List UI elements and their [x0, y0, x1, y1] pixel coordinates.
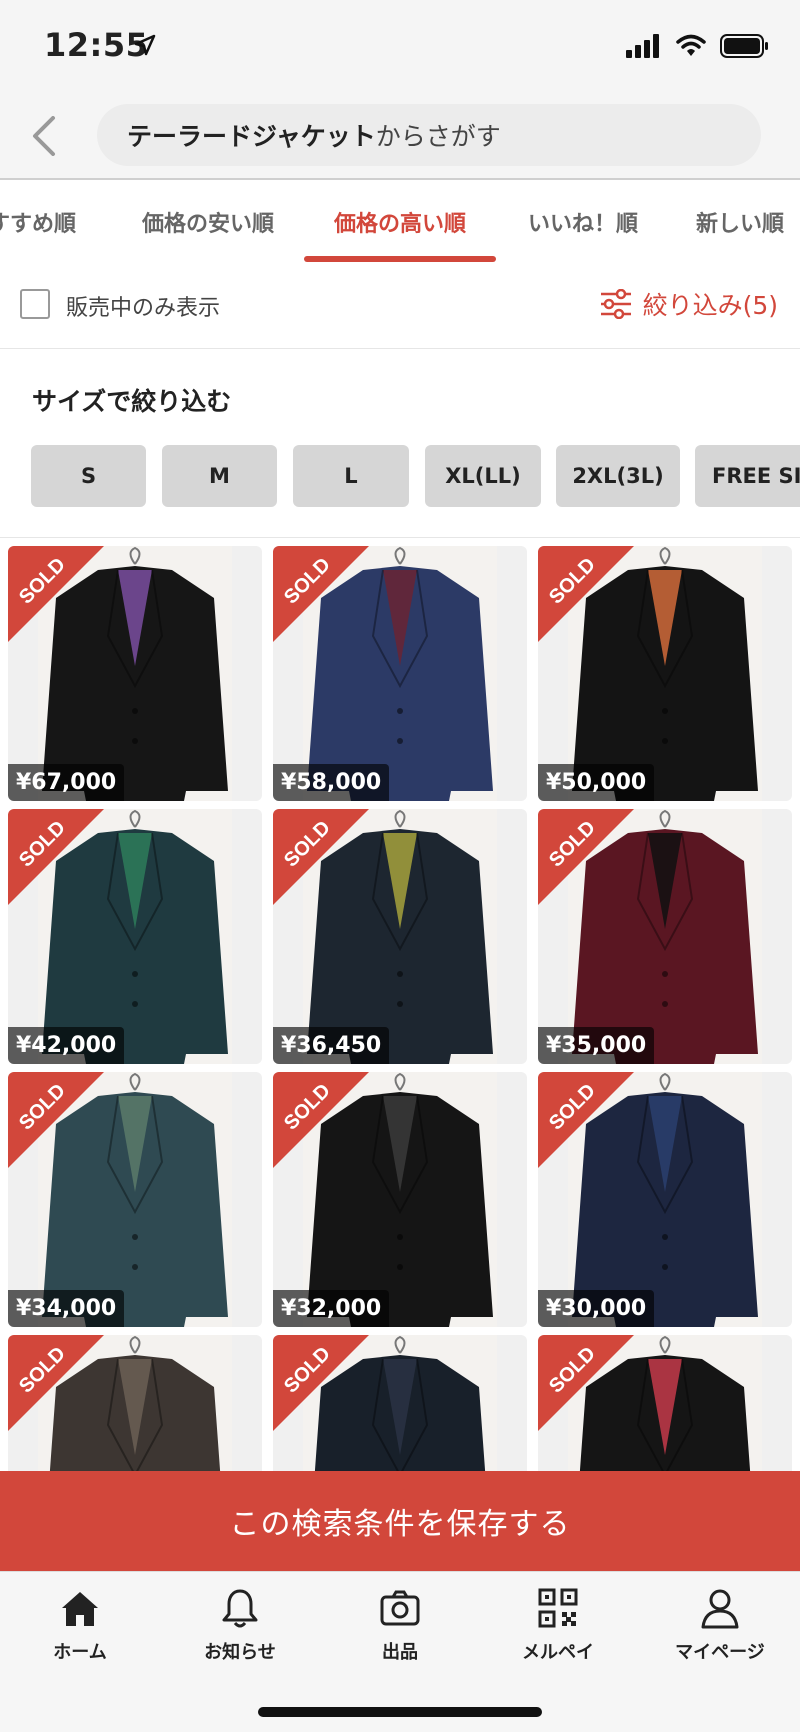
qr-code-icon — [538, 1588, 578, 1628]
filter-row: 販売中のみ表示 絞り込み(5) — [0, 262, 800, 349]
nav-label: マイページ — [675, 1642, 765, 1663]
sold-ribbon: SOLD — [273, 1335, 369, 1431]
product-card[interactable]: SOLD ¥35,000 — [538, 809, 792, 1064]
sold-ribbon: SOLD — [273, 1072, 369, 1168]
product-card[interactable]: SOLD ¥50,000 — [538, 546, 792, 801]
sold-ribbon: SOLD — [538, 1335, 634, 1431]
size-chip-l[interactable]: L — [293, 445, 409, 507]
price-tag: ¥32,000 — [273, 1290, 390, 1327]
nav-home[interactable]: ホーム — [10, 1586, 150, 1676]
price-tag: ¥35,000 — [538, 1027, 655, 1064]
price-tag: ¥67,000 — [8, 764, 125, 801]
product-card[interactable]: SOLD ¥67,000 — [8, 546, 262, 801]
save-search-button[interactable]: この検索条件を保存する — [0, 1471, 800, 1571]
bell-icon — [222, 1589, 258, 1628]
sold-ribbon: SOLD — [8, 546, 104, 642]
refine-button[interactable]: 絞り込み(5) — [599, 286, 778, 322]
size-chip-s[interactable]: S — [31, 445, 146, 507]
product-card[interactable]: SOLD ¥36,450 — [273, 809, 527, 1064]
tab-newest[interactable]: 新しい順 — [696, 206, 784, 238]
sold-ribbon: SOLD — [538, 546, 634, 642]
divider — [0, 537, 800, 538]
product-card[interactable]: SOLD ¥34,000 — [8, 1072, 262, 1327]
nav-label: 出品 — [382, 1642, 418, 1663]
product-card[interactable]: SOLD ¥58,000 — [273, 546, 527, 801]
search-term: テーラードジャケット — [127, 122, 376, 151]
person-icon — [701, 1589, 739, 1629]
signal-icon — [626, 34, 662, 62]
sliders-icon — [600, 289, 631, 319]
product-card[interactable]: SOLD — [8, 1335, 262, 1471]
sort-tabs: すすめ順 価格の安い順 価格の高い順 いいね！順 新しい順 — [0, 180, 800, 262]
nav-sell[interactable]: 出品 — [330, 1586, 470, 1676]
bottom-nav: ホーム お知らせ 出品 メルペイ マイページ — [0, 1571, 800, 1732]
wifi-icon — [676, 34, 706, 62]
size-chip-m[interactable]: M — [162, 445, 277, 507]
back-button[interactable] — [18, 110, 68, 162]
product-grid: SOLD ¥67,000 SOLD ¥58,000 SOLD ¥50,000 SOLD ¥42… — [0, 546, 800, 1471]
nav-label: お知らせ — [204, 1642, 276, 1663]
sold-ribbon: SOLD — [8, 1335, 104, 1431]
sold-ribbon: SOLD — [538, 1072, 634, 1168]
size-filter-chips: S M L XL(LL) 2XL(3L) FREE SIZE — [0, 445, 800, 507]
price-tag: ¥34,000 — [8, 1290, 125, 1327]
size-chip-2xl[interactable]: 2XL(3L) — [556, 445, 680, 507]
on-sale-only-label[interactable]: 販売中のみ表示 — [66, 290, 220, 322]
price-tag: ¥58,000 — [273, 764, 390, 801]
sold-ribbon: SOLD — [8, 809, 104, 905]
refine-label: 絞り込み(5) — [642, 291, 778, 320]
product-card[interactable]: SOLD — [538, 1335, 792, 1471]
nav-label: ホーム — [53, 1642, 107, 1663]
size-chip-free[interactable]: FREE SIZE — [695, 445, 800, 507]
home-icon — [62, 1592, 98, 1626]
status-icons — [626, 34, 770, 62]
battery-icon — [720, 34, 770, 62]
sold-ribbon: SOLD — [8, 1072, 104, 1168]
size-chip-xl[interactable]: XL(LL) — [425, 445, 541, 507]
product-card[interactable]: SOLD ¥30,000 — [538, 1072, 792, 1327]
price-tag: ¥30,000 — [538, 1290, 655, 1327]
product-card[interactable]: SOLD ¥42,000 — [8, 809, 262, 1064]
chevron-left-icon — [33, 116, 55, 156]
product-card[interactable]: SOLD ¥32,000 — [273, 1072, 527, 1327]
tab-price-high[interactable]: 価格の高い順 — [334, 206, 466, 238]
price-tag: ¥42,000 — [8, 1027, 125, 1064]
size-filter-title: サイズで絞り込む — [32, 387, 232, 416]
search-input[interactable]: テーラードジャケット からさがす — [97, 104, 761, 166]
home-indicator — [258, 1707, 542, 1717]
status-bar: 12:55 — [0, 0, 800, 96]
price-tag: ¥50,000 — [538, 764, 655, 801]
search-suffix: からさがす — [375, 122, 501, 151]
on-sale-only-checkbox[interactable] — [20, 289, 50, 319]
nav-label: メルペイ — [522, 1642, 594, 1663]
tab-likes[interactable]: いいね！順 — [528, 206, 638, 238]
status-time: 12:55 — [44, 26, 149, 64]
nav-merpay[interactable]: メルペイ — [488, 1586, 628, 1676]
price-tag: ¥36,450 — [273, 1027, 390, 1064]
sold-ribbon: SOLD — [273, 546, 369, 642]
sold-ribbon: SOLD — [273, 809, 369, 905]
nav-mypage[interactable]: マイページ — [650, 1586, 790, 1676]
nav-notifications[interactable]: お知らせ — [170, 1586, 310, 1676]
tab-recommended[interactable]: すすめ順 — [0, 206, 76, 238]
sold-ribbon: SOLD — [538, 809, 634, 905]
product-card[interactable]: SOLD — [273, 1335, 527, 1471]
search-header: テーラードジャケット からさがす — [0, 96, 800, 180]
location-arrow-icon — [134, 34, 156, 60]
tab-price-low[interactable]: 価格の安い順 — [142, 206, 274, 238]
camera-icon — [380, 1590, 420, 1626]
